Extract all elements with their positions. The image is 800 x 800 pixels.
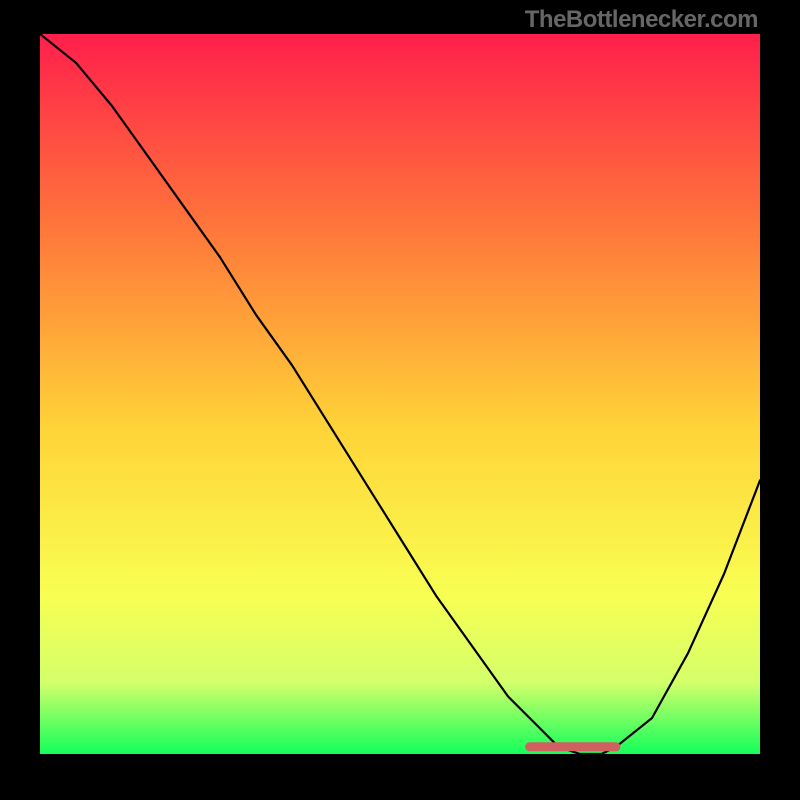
bottleneck-chart [40,34,760,754]
watermark-text: TheBottlenecker.com [525,6,758,34]
gradient-background [40,34,760,754]
chart-frame [40,34,760,754]
